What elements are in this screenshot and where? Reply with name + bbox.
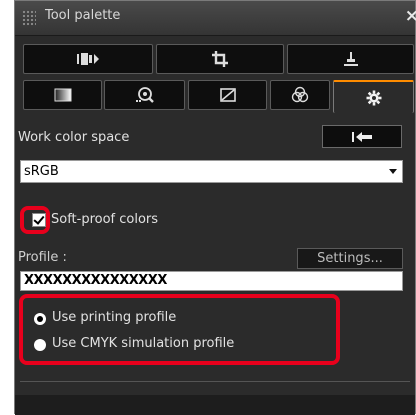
work-color-space-value: sRGB: [24, 164, 59, 179]
crop-tab[interactable]: [156, 44, 284, 74]
color-adjust-tab[interactable]: [188, 80, 267, 110]
profile-options-highlight: [19, 294, 340, 365]
use-cmyk-simulation-profile-label[interactable]: Use CMYK simulation profile: [52, 336, 234, 351]
settings-tab[interactable]: [333, 80, 414, 113]
reset-color-space-button[interactable]: [322, 125, 402, 148]
reset-arrow-icon: [352, 131, 372, 142]
soft-proof-checkbox[interactable]: [32, 213, 46, 227]
basic-image-adjust-tab-icon: [54, 88, 71, 102]
tone-curve-tab[interactable]: [23, 44, 153, 74]
crop-tab-icon: [212, 51, 228, 67]
dust-delete-tab[interactable]: [287, 44, 414, 74]
use-cmyk-simulation-profile-radio[interactable]: [34, 339, 46, 351]
use-printing-profile-label[interactable]: Use printing profile: [52, 310, 176, 325]
work-color-space-select[interactable]: sRGB: [20, 160, 403, 183]
color-adjust-tab-icon: [219, 88, 236, 102]
settings-button[interactable]: Settings...: [297, 248, 403, 269]
dust-delete-tab-icon: [343, 52, 358, 66]
work-color-space-label: Work color space: [18, 130, 130, 145]
tool-palette-window: Tool palette × Work color space sRGB Sof…: [14, 0, 416, 415]
profile-field[interactable]: XXXXXXXXXXXXXXX: [20, 271, 403, 291]
bottom-bar: [15, 395, 415, 415]
window-title: Tool palette: [45, 8, 121, 23]
close-icon[interactable]: ×: [405, 6, 416, 26]
profile-label: Profile :: [18, 250, 67, 265]
drag-grip-icon[interactable]: [22, 10, 36, 26]
hsl-tab-icon: [291, 86, 309, 103]
nr-lens-aberration-tab[interactable]: [104, 80, 185, 110]
chevron-down-icon: [389, 169, 397, 174]
soft-proof-label[interactable]: Soft-proof colors: [51, 212, 158, 227]
use-printing-profile-radio[interactable]: [34, 313, 46, 325]
hsl-tab[interactable]: [270, 80, 330, 110]
title-bar[interactable]: Tool palette: [15, 1, 415, 36]
nr-lens-aberration-tab-icon: [135, 87, 154, 103]
basic-image-adjust-tab[interactable]: [23, 80, 102, 110]
tone-curve-tab-icon: [77, 53, 99, 65]
section-divider: [20, 381, 410, 382]
settings-tab-icon: [366, 90, 381, 105]
